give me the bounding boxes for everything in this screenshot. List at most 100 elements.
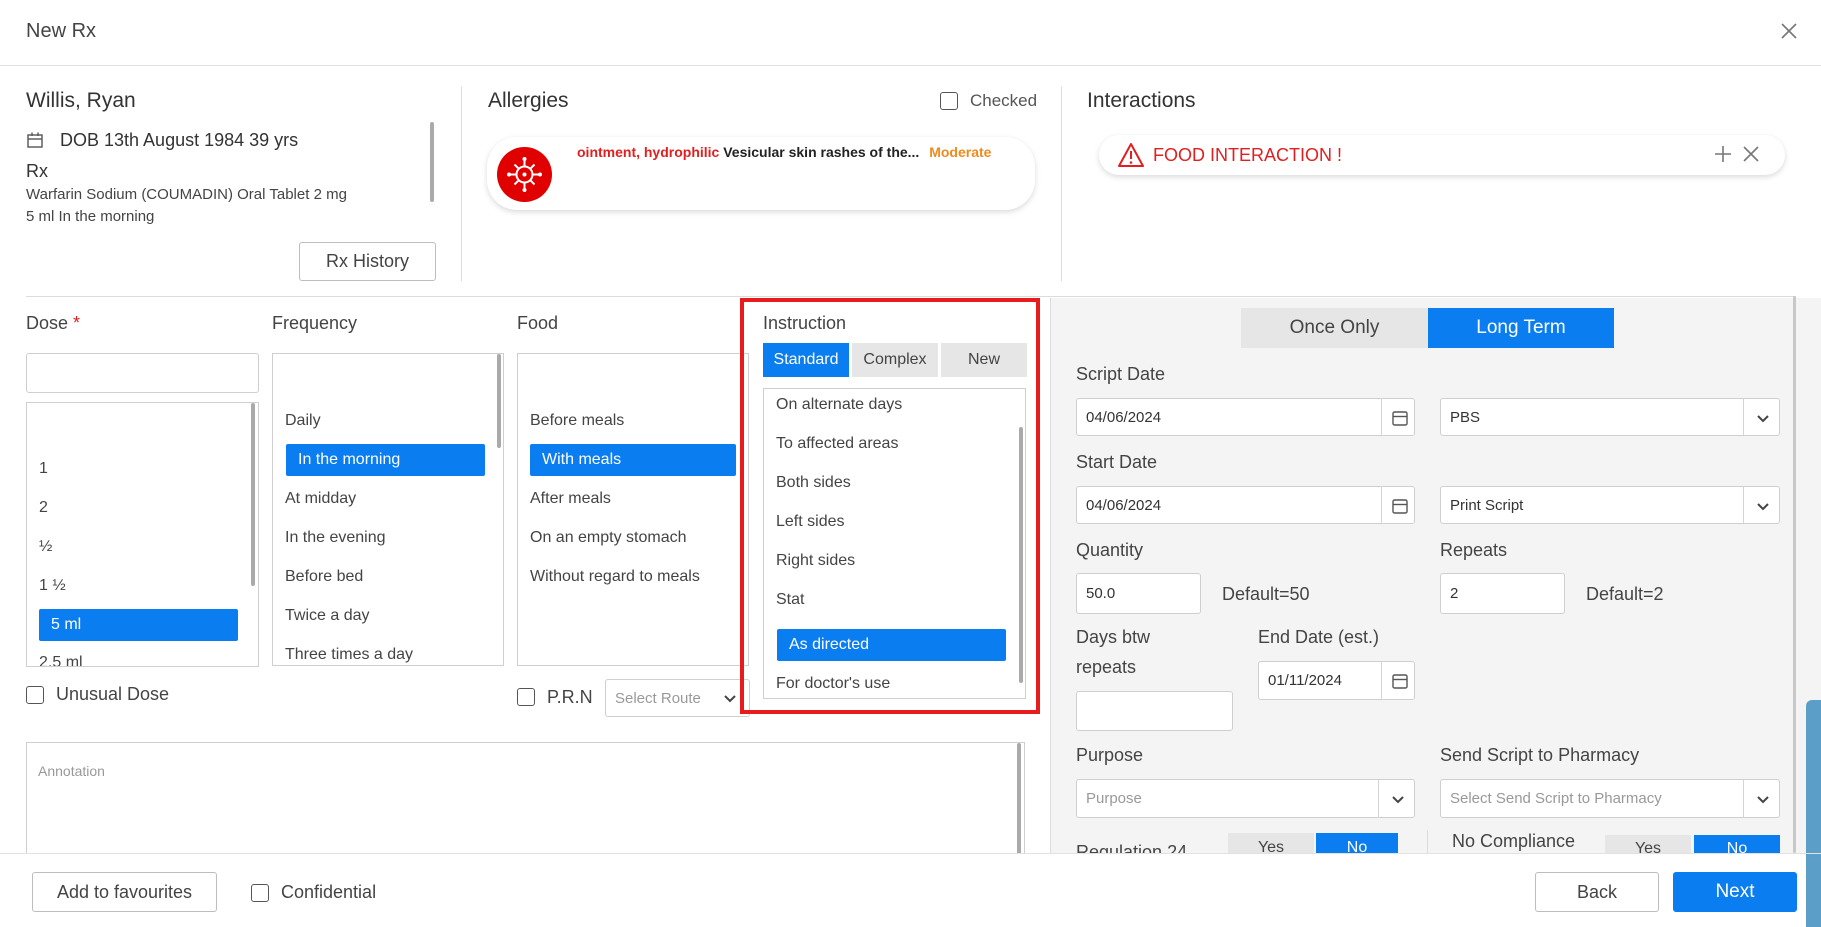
repeats-input[interactable]: 2 bbox=[1440, 573, 1565, 614]
dose-input[interactable] bbox=[26, 353, 259, 393]
list-item[interactable]: Daily bbox=[273, 405, 321, 437]
patient-scrollbar[interactable] bbox=[430, 122, 434, 202]
end-date-input[interactable]: 01/11/2024 bbox=[1258, 661, 1415, 700]
dialog-header: New Rx bbox=[0, 0, 1821, 66]
warning-icon bbox=[1118, 143, 1144, 167]
quantity-default: Default=50 bbox=[1222, 584, 1310, 604]
list-item[interactable]: Twice a day bbox=[273, 600, 369, 632]
annotation-scrollbar[interactable] bbox=[1017, 743, 1021, 855]
plus-icon[interactable] bbox=[1712, 143, 1734, 165]
rx-history-button[interactable]: Rx History bbox=[299, 242, 436, 281]
script-date-label: Script Date bbox=[1076, 364, 1166, 384]
back-button[interactable]: Back bbox=[1535, 872, 1659, 912]
patient-dob: DOB 13th August 1984 39 yrs bbox=[60, 130, 299, 150]
divider bbox=[1050, 298, 1051, 853]
interaction-alert: FOOD INTERACTION ! bbox=[1153, 145, 1342, 165]
chevron-down-icon bbox=[1757, 415, 1769, 423]
calendar-icon[interactable] bbox=[1391, 497, 1409, 515]
list-item[interactable]: 2.5 ml bbox=[27, 647, 83, 666]
print-option-select[interactable]: Print Script bbox=[1440, 486, 1780, 524]
patient-name: Willis, Ryan bbox=[26, 89, 136, 112]
divider bbox=[26, 296, 1796, 297]
script-date-value: 04/06/2024 bbox=[1086, 408, 1162, 426]
annotation-placeholder: Annotation bbox=[38, 763, 105, 779]
purpose-label: Purpose bbox=[1076, 745, 1144, 765]
list-item[interactable]: 2 bbox=[27, 492, 48, 524]
list-item[interactable]: Three times a day bbox=[273, 639, 413, 665]
compliance-label: No Compliance bbox=[1452, 831, 1576, 851]
next-button[interactable]: Next bbox=[1673, 872, 1797, 912]
quantity-label: Quantity bbox=[1076, 540, 1144, 560]
list-item[interactable]: At midday bbox=[273, 483, 356, 515]
purpose-select[interactable]: Purpose bbox=[1076, 779, 1415, 818]
chevron-down-icon bbox=[1757, 503, 1769, 511]
scheme-value: PBS bbox=[1450, 408, 1481, 426]
confidential-checkbox[interactable] bbox=[251, 884, 269, 902]
allergies-checked-label: Checked bbox=[970, 91, 1038, 110]
start-date-value: 04/06/2024 bbox=[1086, 496, 1162, 514]
unusual-dose-label: Unusual Dose bbox=[56, 684, 170, 704]
list-item-selected[interactable]: In the morning bbox=[286, 444, 485, 476]
end-date-label: End Date (est.) bbox=[1258, 627, 1380, 647]
add-to-favourites-button[interactable]: Add to favourites bbox=[32, 872, 217, 912]
days-btw-label: Days btw bbox=[1076, 627, 1151, 647]
frequency-list[interactable]: Daily In the morning At midday In the ev… bbox=[272, 353, 504, 666]
list-item[interactable]: After meals bbox=[518, 483, 611, 515]
dose-list[interactable]: 1 2 ½ 1 ½ 5 ml 2.5 ml bbox=[26, 402, 259, 667]
required-mark: * bbox=[73, 313, 81, 333]
calendar-icon[interactable] bbox=[1391, 409, 1409, 427]
confidential-label: Confidential bbox=[281, 882, 377, 902]
list-item-selected[interactable]: 5 ml bbox=[39, 609, 238, 641]
days-btw-input[interactable] bbox=[1076, 691, 1233, 731]
allergy-substance: ointment, hydrophilic bbox=[577, 144, 720, 160]
annotation-field[interactable]: Annotation bbox=[26, 742, 1025, 855]
rx-drug: Warfarin Sodium (COUMADIN) Oral Tablet 2… bbox=[26, 186, 347, 203]
frequency-scrollbar[interactable] bbox=[497, 354, 501, 448]
list-item[interactable]: ½ bbox=[27, 531, 52, 563]
list-item[interactable]: 1 bbox=[27, 453, 48, 485]
dose-scrollbar[interactable] bbox=[251, 403, 255, 586]
close-icon[interactable] bbox=[1778, 20, 1800, 42]
chevron-down-icon bbox=[1757, 796, 1769, 804]
list-item[interactable]: Without regard to meals bbox=[518, 561, 700, 593]
days-btw-label-2: repeats bbox=[1076, 657, 1137, 677]
allergies-title: Allergies bbox=[488, 89, 569, 112]
prn-checkbox[interactable] bbox=[517, 688, 535, 706]
food-label: Food bbox=[517, 313, 559, 333]
interaction-card[interactable]: FOOD INTERACTION ! bbox=[1099, 135, 1785, 175]
print-option-value: Print Script bbox=[1450, 496, 1524, 514]
scheme-select[interactable]: PBS bbox=[1440, 398, 1780, 436]
list-item[interactable]: 1 ½ bbox=[27, 570, 66, 602]
rx-label: Rx bbox=[26, 161, 48, 181]
dialog-footer: Add to favourites Confidential Back Next bbox=[0, 853, 1821, 927]
dialog-title: New Rx bbox=[26, 20, 97, 42]
unusual-dose-checkbox[interactable] bbox=[26, 686, 44, 704]
dose-label: Dose * bbox=[26, 313, 81, 333]
allergy-card[interactable]: ointment, hydrophilic Vesicular skin ras… bbox=[487, 137, 1035, 210]
list-item-selected[interactable]: With meals bbox=[530, 444, 736, 476]
close-icon[interactable] bbox=[1740, 143, 1762, 165]
prn-label: P.R.N bbox=[547, 687, 593, 707]
end-date-value: 01/11/2024 bbox=[1268, 672, 1342, 689]
panel-scrollbar[interactable] bbox=[1793, 296, 1796, 853]
virus-icon bbox=[497, 147, 552, 202]
once-only-toggle[interactable]: Once Only bbox=[1241, 308, 1428, 348]
list-item[interactable]: In the evening bbox=[273, 522, 386, 554]
list-item[interactable]: Before bed bbox=[273, 561, 363, 593]
list-item[interactable]: On an empty stomach bbox=[518, 522, 687, 554]
side-tab[interactable] bbox=[1806, 854, 1821, 927]
food-list[interactable]: Before meals With meals After meals On a… bbox=[517, 353, 749, 666]
allergy-severity: Moderate bbox=[929, 144, 992, 160]
quantity-input[interactable]: 50.0 bbox=[1076, 573, 1201, 614]
purpose-placeholder: Purpose bbox=[1086, 790, 1142, 807]
allergies-checked-checkbox[interactable] bbox=[940, 92, 958, 110]
chevron-down-icon bbox=[1392, 796, 1404, 804]
calendar-icon[interactable] bbox=[1391, 672, 1409, 690]
frequency-label: Frequency bbox=[272, 313, 358, 333]
pharmacy-select[interactable]: Select Send Script to Pharmacy bbox=[1440, 779, 1780, 818]
start-date-input[interactable]: 04/06/2024 bbox=[1076, 486, 1415, 524]
script-date-input[interactable]: 04/06/2024 bbox=[1076, 398, 1415, 436]
long-term-toggle[interactable]: Long Term bbox=[1428, 308, 1614, 348]
calendar-icon bbox=[27, 132, 43, 148]
list-item[interactable]: Before meals bbox=[518, 405, 624, 437]
